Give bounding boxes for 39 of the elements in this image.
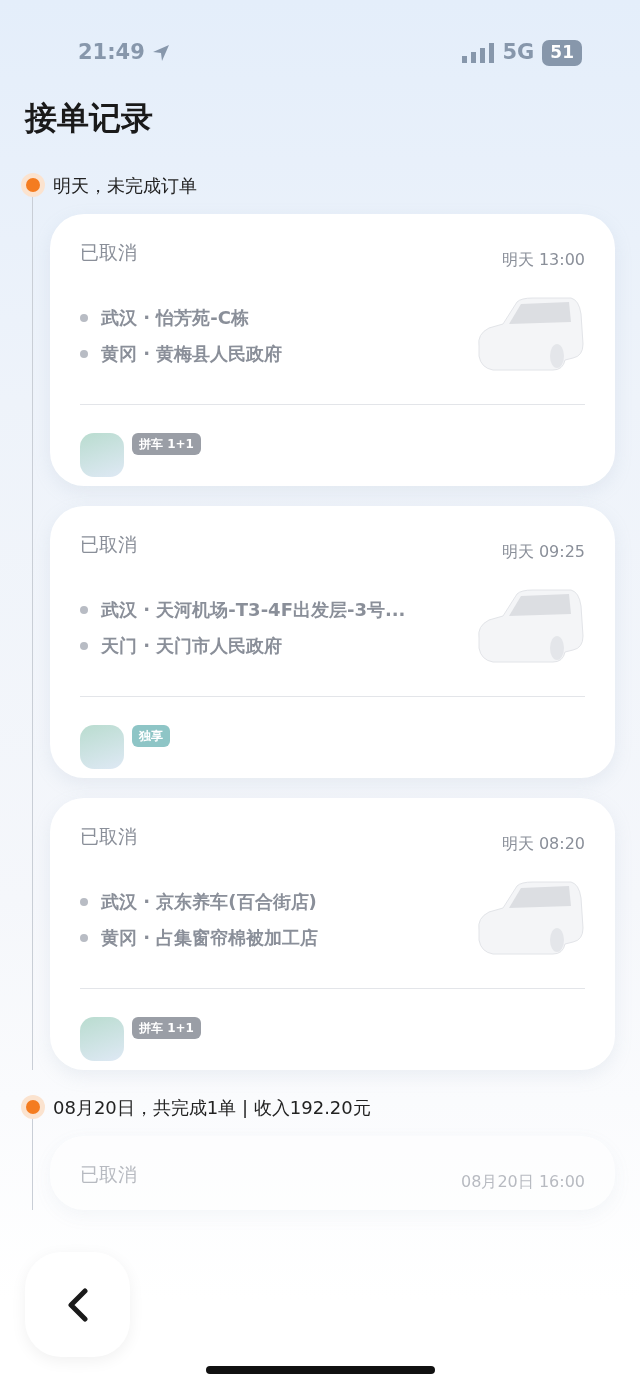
route-stop: 黄冈 · 黄梅县人民政府 (101, 342, 283, 366)
bullet-dot (80, 314, 88, 322)
ride-tag: 拼车 1+1 (132, 1017, 201, 1039)
order-status: 已取消 (80, 824, 137, 849)
route-stop: 武汉 · 京东养车(百合街店) (101, 890, 317, 914)
order-time: 明天 08:20 (501, 833, 585, 855)
bullet-dot (80, 642, 88, 650)
order-status: 已取消 (80, 240, 137, 265)
bullet-dot (80, 934, 88, 942)
order-time: 08月20日 16:00 (461, 1171, 585, 1193)
route-stop: 武汉 · 怡芳苑-C栋 (101, 306, 250, 330)
order-card[interactable]: 已取消 明天 13:00 武汉 · 怡芳苑-C栋 黄冈 · 黄梅县人民政府 拼车 1+1 (50, 214, 615, 486)
group-header: 08月20日，共完成1单 | 收入192.20元 (53, 1095, 371, 1120)
bullet-dot (80, 898, 88, 906)
route-stop: 黄冈 · 占集窗帘棉被加工店 (101, 926, 319, 950)
ride-tag: 拼车 1+1 (132, 433, 201, 455)
order-status: 已取消 (80, 1162, 137, 1187)
avatar-image (80, 1017, 124, 1061)
bullet-dot (80, 606, 88, 614)
avatar-image (80, 433, 124, 477)
route-stop: 天门 · 天门市人民政府 (101, 634, 283, 658)
order-time: 明天 13:00 (501, 249, 585, 271)
back-button[interactable] (25, 1252, 130, 1357)
signal-icon (462, 43, 495, 63)
network-label: 5G (502, 39, 535, 67)
route-stop: 武汉 · 天河机场-T3-4F出发层-3号... (101, 598, 406, 622)
order-time: 明天 09:25 (501, 541, 585, 563)
group-header: 明天，未完成订单 (53, 173, 197, 198)
bullet-dot (80, 350, 88, 358)
battery-icon: 51 (542, 40, 582, 66)
avatar-image (80, 725, 124, 769)
order-card[interactable]: 已取消 明天 09:25 武汉 · 天河机场-T3-4F出发层-3号... 天门 · 天门市人民政府 独享 (50, 506, 615, 778)
order-status: 已取消 (80, 532, 137, 557)
page-title: 接单记录 (23, 98, 154, 139)
ride-tag: 独享 (132, 725, 170, 747)
order-card[interactable]: 已取消 明天 08:20 武汉 · 京东养车(百合街店) 黄冈 · 占集窗帘棉被加工店 拼车 1+1 (50, 798, 615, 1070)
status-time: 21:49 (78, 39, 145, 67)
back-icon (66, 1287, 89, 1322)
order-card[interactable]: 已取消 08月20日 16:00 (50, 1136, 615, 1210)
